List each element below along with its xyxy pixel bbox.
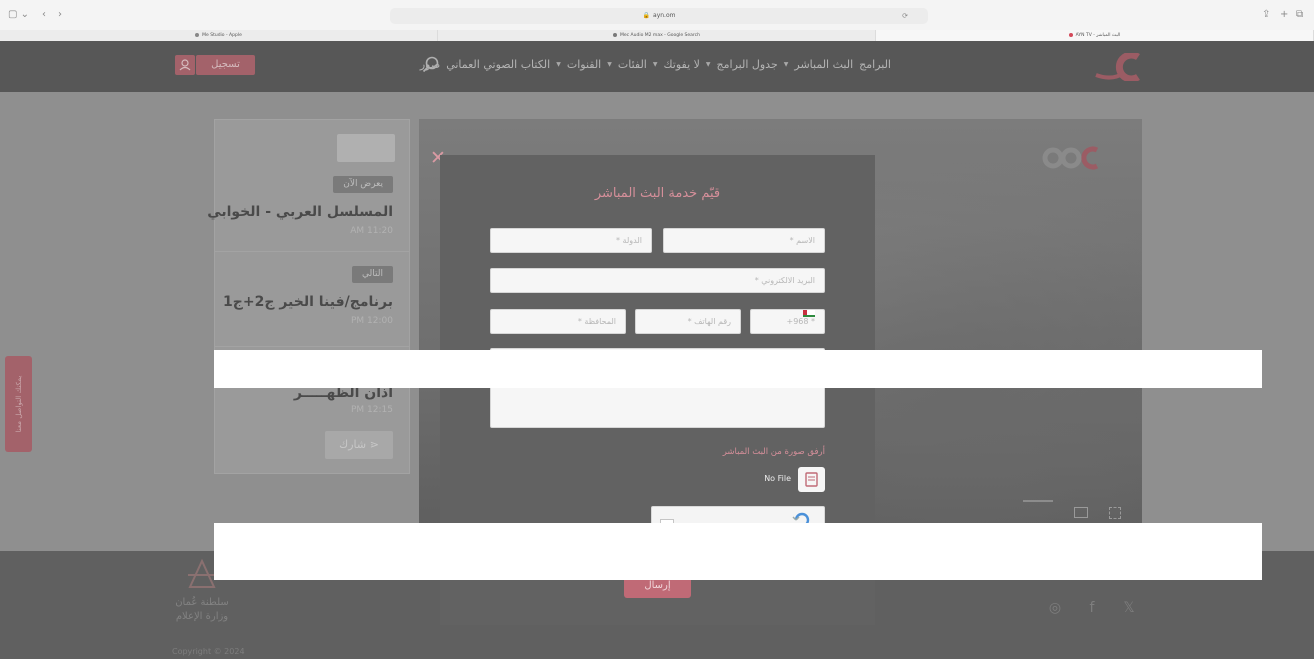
attach-file-button[interactable] [798, 467, 825, 492]
main-nav: البرامج البث المباشر ▼ جدول البرامج ▼ لا ي… [414, 58, 891, 71]
channel-logo [337, 134, 395, 162]
tab-2[interactable]: Mec Audio M2 max - Google Search [438, 30, 876, 41]
ayn-logo[interactable] [1094, 53, 1146, 81]
back-icon[interactable]: ‹ [42, 9, 46, 21]
name-field[interactable]: الاسم * [663, 228, 825, 253]
nav-audiobook[interactable]: الكتاب الصوتي العماني [446, 58, 550, 71]
nav-programs[interactable]: البرامج [859, 58, 891, 71]
email-field[interactable]: البريد الالكتروني * [490, 268, 825, 293]
chevron-down-icon: ▼ [705, 61, 711, 68]
site-header: البرامج البث المباشر ▼ جدول البرامج ▼ لا ي… [0, 41, 1314, 92]
instagram-icon[interactable]: ◎ [1046, 599, 1064, 617]
forward-icon[interactable]: › [58, 9, 62, 21]
chevron-down-icon: ▼ [556, 61, 561, 68]
chevron-down-icon: ▼ [783, 61, 789, 68]
fullscreen-icon[interactable] [1109, 507, 1121, 519]
ministry-name: سلطنة عُمان وزارة الإعلام [175, 597, 229, 622]
redaction-bar [214, 523, 1262, 580]
phone-field[interactable]: رقم الهاتف * [635, 309, 741, 334]
attach-label: أرفق صورة من البث المباشر [722, 447, 825, 457]
player-progress[interactable] [1023, 500, 1053, 502]
no-file-text: No File [764, 474, 791, 483]
next-badge: التالي [352, 266, 393, 283]
now-badge: يعرض الآن [333, 176, 393, 193]
search-icon[interactable] [422, 56, 440, 74]
copyright: Copyright © 2024 [172, 647, 245, 656]
modal-title: قيّم خدمة البث المباشر [594, 186, 721, 201]
tab-favicon [195, 32, 200, 37]
redaction-bar [214, 350, 1262, 388]
new-tab-icon[interactable]: + [1280, 9, 1288, 21]
next-show-title: برنامج/فينا الخير ج2+ج1 [223, 294, 393, 310]
share-icon: ⋖ [366, 438, 379, 451]
chevron-down-icon: ▼ [652, 61, 658, 68]
nav-dont-miss[interactable]: لا يفوتك [663, 58, 699, 71]
nav-live[interactable]: البث المباشر [794, 58, 853, 71]
contact-side-tab[interactable]: يمكنك التواصل معنا [5, 356, 32, 452]
browser-toolbar: ▢ ⌄ ‹ › 🔒 ayn.om ⟳ ⇪ + ⧉ [0, 0, 1314, 30]
next-show-card: التالي برنامج/فينا الخير ج2+ج1 PM 12:00 [214, 251, 410, 347]
nav-schedule[interactable]: جدول البرامج [717, 58, 778, 71]
attachment-icon [805, 472, 818, 487]
sidebar-toggle-icon[interactable]: ▢ ⌄ [8, 9, 29, 21]
share-button[interactable]: ⋖ شارك [325, 431, 393, 459]
share-browser-icon[interactable]: ⇪ [1262, 9, 1270, 21]
nav-categories[interactable]: الفئات [618, 58, 647, 71]
next-show-time: PM 12:00 [351, 316, 393, 326]
tab-bar: Me Studio - Apple Mec Audio M2 max - Goo… [0, 30, 1314, 41]
tab-overview-icon[interactable]: ⧉ [1296, 9, 1303, 21]
address-bar[interactable]: 🔒 ayn.om ⟳ [390, 8, 928, 24]
url-text: ayn.om [653, 12, 676, 19]
tab-3[interactable]: AYN TV - البث المباشر [876, 30, 1314, 41]
now-playing-card: يعرض الآن المسلسل العربي - الخوابي AM 11… [207, 119, 410, 252]
phone-prefix-select[interactable]: +968 * [750, 309, 825, 334]
channel-watermark [1042, 146, 1099, 170]
nav-channels[interactable]: القنوات [567, 58, 601, 71]
register-button[interactable]: تسجيل [196, 55, 255, 75]
country-field[interactable]: الدولة * [490, 228, 652, 253]
browser-chrome: ▢ ⌄ ‹ › 🔒 ayn.om ⟳ ⇪ + ⧉ Me Studio - Appl… [0, 0, 1314, 41]
later-show-time: PM 12:15 [351, 405, 393, 415]
x-icon[interactable]: 𝕏 [1120, 599, 1138, 617]
tab-favicon [1068, 32, 1073, 37]
now-show-time: AM 11:20 [350, 226, 393, 236]
user-icon[interactable] [175, 55, 195, 75]
governorate-field[interactable]: المحافظة * [490, 309, 626, 334]
reload-icon[interactable]: ⟳ [902, 8, 908, 24]
now-show-title: المسلسل العربي - الخوابي [207, 204, 393, 220]
pip-icon[interactable] [1074, 507, 1088, 518]
tab-1[interactable]: Me Studio - Apple [0, 30, 438, 41]
facebook-icon[interactable]: f [1083, 599, 1101, 617]
phone-prefix: +968 * [751, 310, 824, 333]
lock-icon: 🔒 [642, 12, 651, 19]
chevron-down-icon: ▼ [607, 61, 612, 68]
tab-favicon [612, 32, 617, 37]
